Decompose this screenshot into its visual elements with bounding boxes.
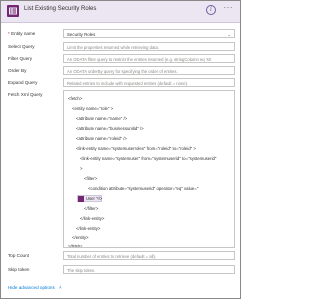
dataverse-connector-icon (7, 5, 19, 17)
top-count-label: Top Count (8, 253, 29, 258)
fetch-line: <entity name="role" > (72, 106, 114, 111)
fetch-line: </link-entity> (76, 226, 101, 231)
entity-name-label: * Entity name (8, 31, 36, 36)
action-card: List Existing Security Roles i ··· * Ent… (0, 0, 241, 299)
fetch-line: </filter> (84, 206, 99, 211)
fetch-line: <condition attribute="systemuserid" oper… (88, 186, 199, 191)
fetch-xml-query-label: Fetch Xml Query (8, 92, 43, 97)
expand-query-input[interactable]: Related entries to include with requeste… (63, 78, 235, 87)
fetch-xml-query-input[interactable]: <fetch> <entity name="role" > <attribute… (63, 90, 235, 248)
fetch-line: </entity> (72, 235, 89, 240)
entity-name-dropdown[interactable]: Security Roles ⌄ (63, 29, 235, 38)
fetch-line: <link-entity name="systemuserroles" from… (76, 146, 196, 151)
select-query-input[interactable]: Limit the properties returned while retr… (63, 42, 235, 51)
expand-query-label: Expand Query (8, 80, 38, 85)
select-query-placeholder: Limit the properties returned while retr… (67, 44, 159, 50)
fetch-line: </fetch> (68, 243, 83, 248)
top-count-placeholder: Total number of entries to retrieve (def… (67, 253, 157, 259)
info-icon[interactable]: i (206, 5, 216, 15)
top-count-input[interactable]: Total number of entries to retrieve (def… (63, 251, 235, 260)
entity-name-value: Security Roles (67, 31, 96, 37)
action-title[interactable]: List Existing Security Roles (24, 6, 96, 12)
fetch-line: <link-entity name="systemuser" from="sys… (80, 156, 217, 161)
fetch-line: </link-entity> (80, 216, 105, 221)
order-by-placeholder: An ODATA orderBy query for specifying th… (67, 68, 178, 74)
chevron-down-icon: ⌄ (227, 31, 231, 37)
order-by-input[interactable]: An ODATA orderBy query for specifying th… (63, 66, 235, 75)
order-by-label: Order By (8, 68, 27, 73)
token-label: User (86, 196, 95, 201)
fetch-line: > (80, 166, 83, 171)
select-query-label: Select Query (8, 44, 35, 49)
skip-token-input[interactable]: The skip token. (63, 265, 235, 274)
hide-advanced-options-link[interactable]: Hide advanced options ˄ (8, 285, 62, 290)
filter-query-label: Filter Query (8, 56, 32, 61)
fetch-line: <attribute name="roleid" /> (76, 136, 127, 141)
skip-token-placeholder: The skip token. (67, 267, 96, 273)
filter-query-placeholder: An ODATA filter query to restrict the en… (67, 56, 212, 62)
skip-token-label: Skip token (8, 267, 30, 272)
hide-advanced-options-label: Hide advanced options (8, 285, 55, 290)
more-options-icon[interactable]: ··· (224, 3, 234, 12)
fetch-line: <filter> (84, 176, 98, 181)
expand-query-placeholder: Related entries to include with requeste… (67, 80, 189, 86)
fetch-line: <attribute name="name" /> (76, 116, 128, 121)
filter-query-input[interactable]: An ODATA filter query to restrict the en… (63, 54, 235, 63)
chevron-up-icon: ˄ (59, 285, 62, 290)
fetch-line: <fetch> (68, 96, 83, 101)
fetch-line: " /> (96, 196, 103, 201)
dataverse-token-icon (78, 195, 84, 202)
action-header[interactable]: List Existing Security Roles i ··· (1, 1, 240, 23)
fetch-line: <attribute name="businessunitid" /> (76, 126, 144, 131)
